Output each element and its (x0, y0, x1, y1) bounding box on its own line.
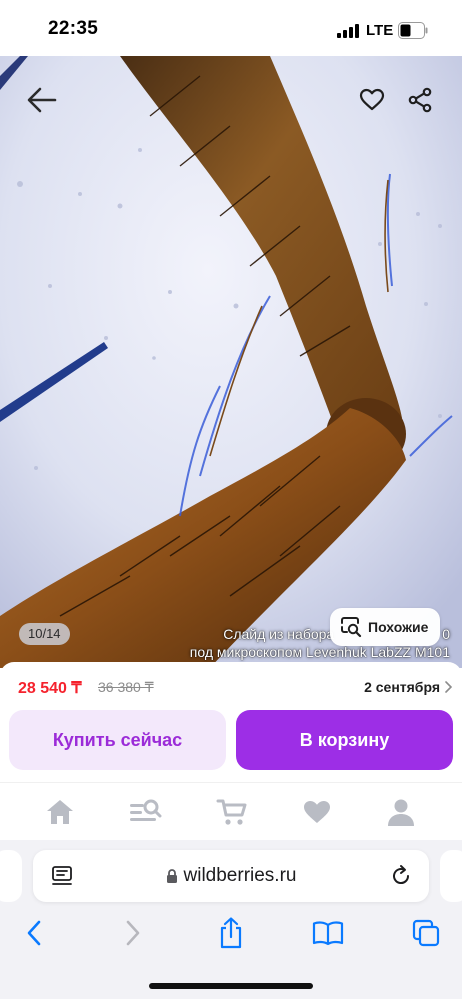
share-button[interactable] (402, 82, 438, 118)
arrow-left-icon (27, 87, 57, 113)
browser-forward-button[interactable] (116, 916, 150, 950)
url-text: wildberries.ru (183, 865, 297, 886)
nav-home[interactable] (43, 795, 77, 829)
chevron-left-icon (27, 920, 41, 946)
browser-tabs-button[interactable] (409, 916, 443, 950)
next-tab-peek[interactable] (440, 850, 462, 902)
caption-line-1-suffix: 0 (442, 626, 450, 642)
nav-profile[interactable] (384, 795, 418, 829)
similar-label: Похожие (368, 619, 429, 635)
nav-cart[interactable] (215, 795, 249, 829)
old-price: 36 380 ₸ (98, 679, 154, 695)
nav-favorites[interactable] (300, 795, 334, 829)
battery-icon (398, 22, 428, 39)
image-counter: 10/14 (19, 623, 70, 645)
tabs-icon (412, 919, 440, 947)
chevron-right-icon (126, 920, 140, 946)
url-display[interactable]: wildberries.ru (33, 850, 429, 902)
catalog-search-icon (130, 799, 162, 821)
app-screen: 22:35 LTE 10/14 Слайд из набора 0 под ми… (0, 0, 462, 999)
status-time: 22:35 (48, 18, 99, 39)
share-icon (408, 87, 432, 113)
signal-icon (337, 24, 359, 38)
microscope-image (0, 56, 462, 668)
current-price: 28 540 ₸ (18, 680, 82, 697)
bottom-navigation (0, 782, 462, 840)
browser-chrome: wildberries.ru (0, 840, 462, 999)
chevron-right-icon (445, 681, 452, 693)
price-row: 28 540 ₸ 36 380 ₸ 2 сентября (18, 678, 452, 698)
previous-tab-peek[interactable] (0, 850, 22, 902)
address-bar[interactable]: wildberries.ru (33, 850, 429, 902)
home-indicator (149, 983, 313, 989)
browser-back-button[interactable] (17, 916, 51, 950)
nav-catalog[interactable] (128, 795, 162, 829)
lock-icon (166, 869, 177, 883)
profile-icon (388, 799, 414, 826)
status-bar: 22:35 LTE (0, 0, 462, 56)
cart-icon (216, 799, 247, 825)
caption-line-1: Слайд из набора (223, 626, 335, 642)
delivery-date[interactable]: 2 сентября (364, 679, 440, 695)
favorites-icon (304, 801, 330, 823)
purchase-panel: 28 540 ₸ 36 380 ₸ 2 сентября Купить сейч… (0, 662, 462, 782)
reload-icon[interactable] (389, 864, 413, 888)
heart-icon (359, 88, 385, 111)
browser-share-button[interactable] (214, 916, 248, 950)
visual-search-icon (341, 617, 362, 638)
buy-now-button[interactable]: Купить сейчас (9, 710, 226, 770)
share-sheet-icon (220, 917, 242, 949)
favorite-button[interactable] (354, 82, 390, 118)
back-button[interactable] (22, 82, 62, 118)
book-icon (312, 921, 344, 946)
network-label: LTE (366, 22, 394, 39)
home-icon (47, 800, 73, 824)
add-to-cart-button[interactable]: В корзину (236, 710, 453, 770)
similar-button[interactable]: Похожие (330, 608, 441, 646)
browser-bookmarks-button[interactable] (311, 916, 345, 950)
product-photo[interactable]: 10/14 Слайд из набора 0 под микроскопом L… (0, 56, 462, 668)
